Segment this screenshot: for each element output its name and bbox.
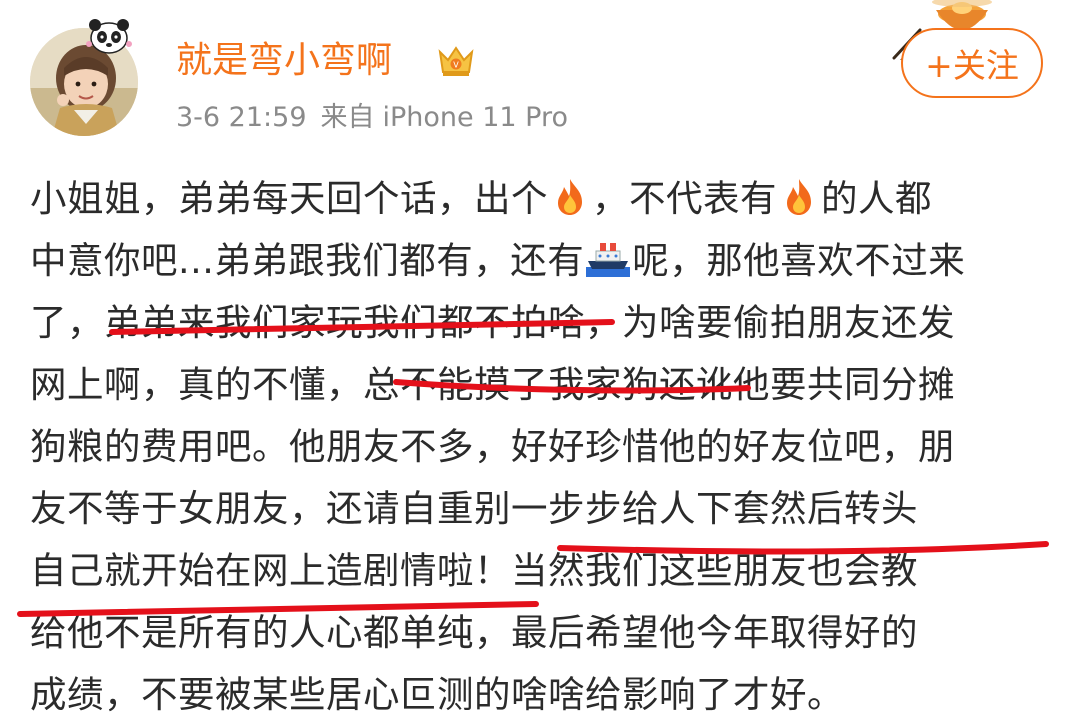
svg-text:V: V [453, 61, 459, 70]
username[interactable]: 就是弯小弯啊 [176, 38, 392, 84]
post-text-segment: ，不代表有 [592, 177, 777, 220]
post-time: 3-6 21:59 [176, 102, 307, 133]
post-text-segment: 的人都 [821, 177, 932, 220]
source-device[interactable]: iPhone 11 Pro [383, 102, 569, 133]
post-text-segment: 中意你吧...弟弟跟我们都有，还有 [30, 239, 585, 282]
panda-icon [84, 16, 134, 56]
post-text-segment: 小姐姐，弟弟每天回个话，出个 [30, 177, 548, 220]
post-line: 自己就开始在网上造剧情啦！当然我们这些朋友也会教 [30, 549, 918, 592]
fire-emoji-icon [787, 178, 811, 215]
post-line: 狗粮的费用吧。他朋友不多，好好珍惜他的好友位吧，朋 [30, 425, 955, 468]
post-line: 网上啊，真的不懂，总不能摸了我家狗还讹他要共同分摊 [30, 363, 955, 406]
post-line: 成绩，不要被某些居心叵测的啥啥给影响了才好。 [30, 673, 844, 716]
post-line: 了，弟弟来我们家玩我们都不拍啥，为啥要偷拍朋友还发 [30, 301, 955, 344]
post-line: 友不等于女朋友，还请自重别一步步给人下套然后转头 [30, 487, 918, 530]
post-line: 给他不是所有的人心都单纯，最后希望他今年取得好的 [30, 611, 918, 654]
post-meta: 3-6 21:59 来自 iPhone 11 Pro [176, 100, 568, 136]
post-text-segment: 呢，那他喜欢不过来 [632, 239, 966, 282]
crown-icon: V [436, 42, 476, 78]
fire-emoji-icon [558, 178, 582, 215]
post-line: 中意你吧...弟弟跟我们都有，还有 呢，那他喜欢不过来 [30, 230, 1060, 292]
ship-emoji-icon [586, 242, 631, 277]
follow-button[interactable]: +关注 [901, 28, 1043, 98]
source-prefix: 来自 [320, 102, 375, 133]
post-body: 小姐姐，弟弟每天回个话，出个 ，不代表有 的人都 中意你吧...弟弟跟我们都有，还有… [30, 168, 1060, 726]
post-line: 小姐姐，弟弟每天回个话，出个 ，不代表有 的人都 [30, 168, 1060, 230]
